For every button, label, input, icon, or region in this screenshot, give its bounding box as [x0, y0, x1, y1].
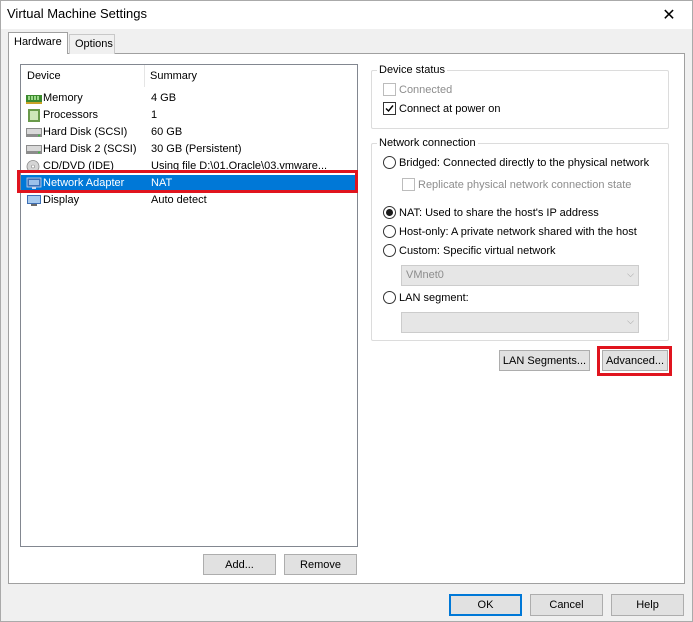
device-summary: Auto detect — [151, 194, 207, 206]
nat-label: NAT: Used to share the host's IP address — [399, 206, 599, 219]
checkmark-icon — [385, 105, 394, 113]
device-summary: NAT — [151, 177, 173, 189]
custom-radio-row: Custom: Specific virtual network — [383, 244, 556, 257]
device-summary: 30 GB (Persistent) — [151, 143, 242, 155]
device-name: Processors — [43, 109, 99, 121]
bridged-label: Bridged: Connected directly to the physi… — [399, 156, 650, 169]
bridged-radio-row: Bridged: Connected directly to the physi… — [383, 156, 649, 169]
device-summary: Using file D:\01.Oracle\03.vmware... — [151, 160, 328, 172]
replicate-checkbox-row: Replicate physical network connection st… — [402, 178, 631, 191]
custom-label: Custom: Specific virtual network — [399, 244, 556, 257]
close-icon: ✕ — [662, 7, 676, 24]
close-button[interactable]: ✕ — [648, 2, 690, 28]
device-status-title: Device status — [377, 64, 448, 76]
connected-checkbox-row: Connected — [383, 83, 452, 96]
device-row-hard-disk[interactable]: Hard Disk (SCSI) 60 GB — [21, 124, 357, 141]
lan-segment-radio-row: LAN segment: — [383, 291, 469, 304]
connected-checkbox[interactable] — [383, 83, 396, 96]
device-name: Hard Disk 2 (SCSI) — [43, 143, 137, 155]
cd-dvd-icon — [26, 160, 40, 173]
device-summary: 60 GB — [151, 126, 183, 138]
replicate-label: Replicate physical network connection st… — [418, 178, 632, 191]
display-icon — [27, 195, 41, 206]
tab-hardware[interactable]: Hardware — [8, 32, 68, 54]
title-bar: Virtual Machine Settings ✕ — [1, 1, 692, 29]
window-title: Virtual Machine Settings — [7, 6, 147, 21]
device-list-header: Device Summary — [21, 65, 357, 87]
add-device-button[interactable]: Add... — [203, 554, 276, 575]
device-row-processors[interactable]: Processors 1 — [21, 107, 357, 124]
connect-at-power-on-row: Connect at power on — [383, 102, 501, 115]
ok-button[interactable]: OK — [449, 594, 522, 616]
help-button[interactable]: Help — [611, 594, 684, 616]
custom-radio[interactable] — [383, 244, 396, 257]
device-row-hard-disk-2[interactable]: Hard Disk 2 (SCSI) 30 GB (Persistent) — [21, 141, 357, 158]
custom-network-value: VMnet0 — [406, 269, 444, 281]
host-only-radio[interactable] — [383, 225, 396, 238]
device-row-cd-dvd[interactable]: CD/DVD (IDE) Using file D:\01.Oracle\03.… — [21, 158, 357, 175]
device-row-memory[interactable]: Memory 4 GB — [21, 90, 357, 107]
memory-icon — [26, 95, 42, 104]
column-header-device[interactable]: Device — [21, 65, 61, 87]
lan-segment-label: LAN segment: — [399, 291, 469, 304]
lan-segments-button[interactable]: LAN Segments... — [499, 350, 590, 371]
host-only-label: Host-only: A private network shared with… — [399, 225, 637, 238]
device-name: Memory — [43, 92, 83, 104]
radio-selected-dot — [386, 209, 393, 216]
advanced-button[interactable]: Advanced... — [602, 350, 668, 371]
chevron-down-icon: ⌵ — [627, 316, 634, 326]
connect-at-power-on-checkbox[interactable] — [383, 102, 396, 115]
chevron-down-icon: ⌵ — [627, 269, 634, 279]
device-name: Network Adapter — [43, 177, 125, 189]
column-header-summary[interactable]: Summary — [144, 65, 197, 87]
cancel-button[interactable]: Cancel — [530, 594, 603, 616]
remove-device-button[interactable]: Remove — [284, 554, 357, 575]
connected-label: Connected — [399, 83, 453, 96]
hard-disk-icon — [26, 128, 42, 137]
device-name: Display — [43, 194, 80, 206]
nat-radio[interactable] — [383, 206, 396, 219]
network-adapter-icon — [26, 177, 42, 189]
device-row-network-adapter[interactable]: Network Adapter NAT — [21, 175, 357, 192]
connect-at-power-on-label: Connect at power on — [399, 102, 501, 115]
network-connection-title: Network connection — [377, 137, 478, 149]
hard-disk-icon — [26, 145, 42, 154]
nat-radio-row: NAT: Used to share the host's IP address — [383, 206, 599, 219]
tab-options[interactable]: Options — [69, 34, 115, 54]
device-list[interactable]: Device Summary Memory 4 GB Processors 1 … — [20, 64, 358, 547]
lan-segment-select[interactable]: ⌵ — [401, 312, 639, 333]
custom-network-select[interactable]: VMnet0 ⌵ — [401, 265, 639, 286]
device-status-group — [371, 70, 669, 129]
device-row-display[interactable]: Display Auto detect — [21, 192, 357, 209]
host-only-radio-row: Host-only: A private network shared with… — [383, 225, 637, 238]
lan-segment-radio[interactable] — [383, 291, 396, 304]
device-name: CD/DVD (IDE) — [43, 160, 114, 172]
device-summary: 4 GB — [151, 92, 177, 104]
device-name: Hard Disk (SCSI) — [43, 126, 128, 138]
bridged-radio[interactable] — [383, 156, 396, 169]
processor-icon — [28, 109, 40, 122]
device-summary: 1 — [151, 109, 158, 121]
replicate-checkbox[interactable] — [402, 178, 415, 191]
